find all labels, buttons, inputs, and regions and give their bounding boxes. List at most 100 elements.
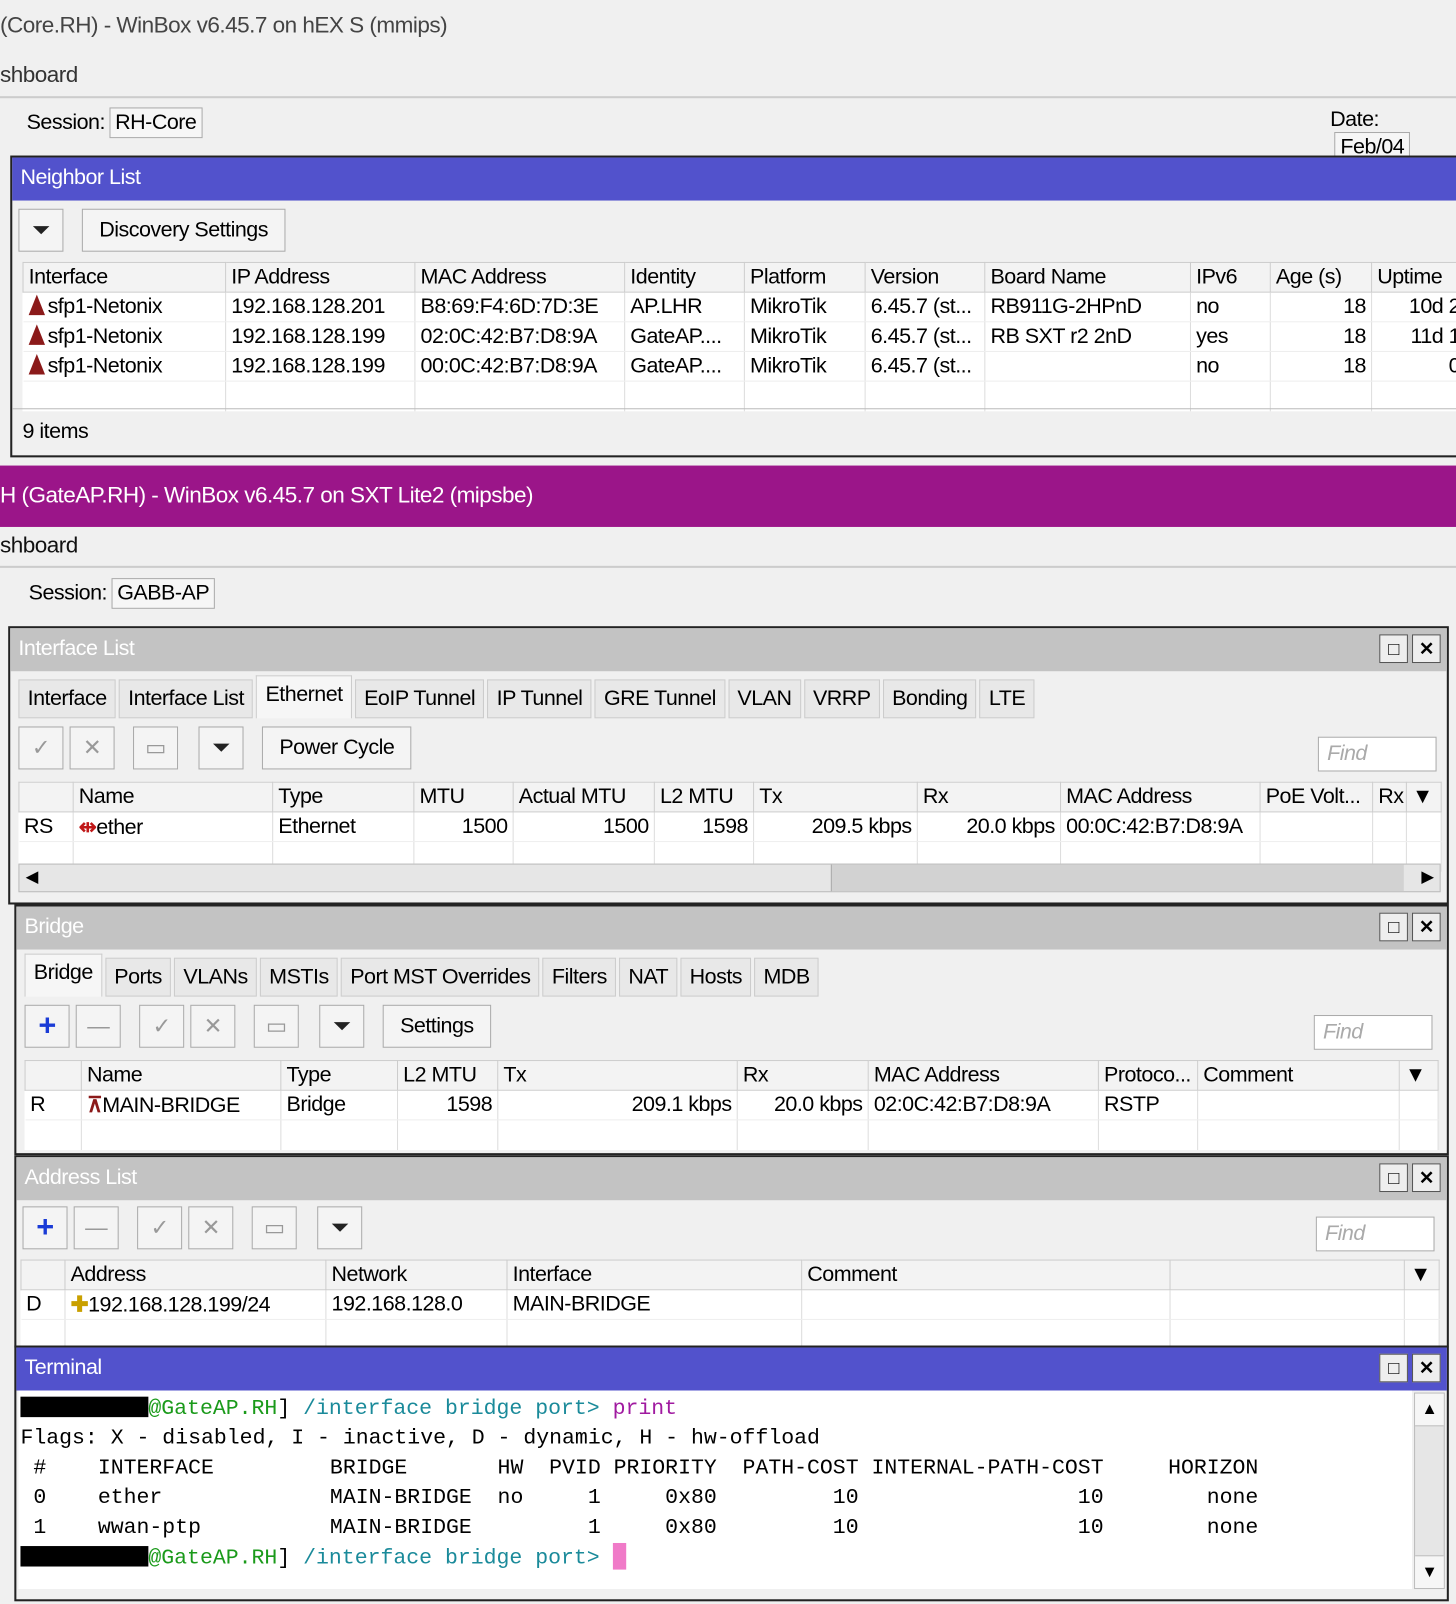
column-header[interactable]: ▼ (1398, 1060, 1439, 1091)
close-button[interactable]: ✕ (1412, 634, 1441, 664)
vertical-scrollbar[interactable]: ▲ ▼ (1414, 1392, 1445, 1590)
column-header[interactable] (1169, 1259, 1405, 1291)
remove-button[interactable]: — (75, 1004, 121, 1048)
window2-title-bar[interactable]: H (GateAP.RH) - WinBox v6.45.7 on SXT Li… (0, 465, 1456, 527)
comment-button[interactable]: ▭ (251, 1206, 297, 1250)
scroll-down-icon[interactable]: ▼ (1415, 1555, 1444, 1589)
tab-bridge[interactable]: Bridge (24, 953, 103, 997)
column-header[interactable] (20, 1259, 66, 1291)
menu-dashboard[interactable]: shboard (0, 532, 78, 559)
tab-eoip-tunnel[interactable]: EoIP Tunnel (354, 679, 485, 719)
add-button[interactable]: + (22, 1206, 68, 1250)
table-row[interactable]: sfp1-Netonix 192.168.128.201 B8:69:F4:6D:7… (23, 292, 1456, 323)
column-header[interactable]: Name (72, 781, 274, 813)
power-cycle-button[interactable]: Power Cycle (261, 726, 412, 770)
column-header[interactable]: MTU (413, 781, 514, 813)
close-button[interactable]: ✕ (1412, 1353, 1441, 1383)
terminal-output[interactable]: @GateAP.RH] /interface bridge port> prin… (18, 1390, 1413, 1590)
column-header[interactable]: ▼ (1403, 1259, 1440, 1291)
column-header[interactable]: PoE Volt... (1259, 781, 1374, 813)
horizontal-scrollbar[interactable]: ◀ ▶ (18, 863, 1441, 893)
filter-button[interactable]: ⏷ (198, 726, 244, 770)
column-header[interactable]: Version (864, 261, 986, 293)
filter-button[interactable]: ⏷ (18, 208, 64, 252)
table-row[interactable]: sfp1-Netonix 192.168.128.199 02:0C:42:B7:D… (23, 321, 1456, 352)
column-header[interactable]: Identity (624, 261, 745, 293)
close-button[interactable]: ✕ (1412, 912, 1441, 942)
tab-vrrp[interactable]: VRRP (803, 679, 880, 719)
column-header[interactable]: Type (272, 781, 415, 813)
interface-list-title-bar[interactable]: Interface List □ ✕ (10, 628, 1447, 672)
column-header[interactable]: L2 MTU (653, 781, 755, 813)
tab-vlan[interactable]: VLAN (728, 679, 801, 719)
table-row[interactable]: sfp1-Netonix 192.168.128.199 00:0C:42:B7:D… (23, 351, 1456, 382)
scroll-thumb[interactable] (830, 864, 1404, 892)
column-header[interactable] (24, 1060, 82, 1091)
tab-mstis[interactable]: MSTIs (259, 957, 338, 997)
tab-lte[interactable]: LTE (979, 679, 1035, 719)
remove-button[interactable]: — (73, 1206, 119, 1250)
column-header[interactable]: Tx (497, 1060, 738, 1091)
add-button[interactable]: + (24, 1004, 70, 1048)
column-header[interactable]: Rx (736, 1060, 869, 1091)
column-header[interactable]: ▼ (1405, 781, 1442, 813)
neighbor-title-bar[interactable]: Neighbor List (12, 157, 1456, 201)
enable-button[interactable]: ✓ (137, 1206, 183, 1250)
column-header[interactable]: Platform (743, 261, 866, 293)
column-header[interactable]: Comment (801, 1259, 1171, 1291)
column-header[interactable]: Type (280, 1060, 399, 1091)
tab-gre-tunnel[interactable]: GRE Tunnel (594, 679, 726, 719)
scroll-up-icon[interactable]: ▲ (1415, 1393, 1444, 1427)
column-header[interactable]: L2 MTU (397, 1060, 499, 1091)
column-header[interactable]: Age (s) (1269, 261, 1373, 293)
column-header[interactable]: Interface (506, 1259, 803, 1291)
column-header[interactable]: Address (64, 1259, 327, 1291)
tab-vlans[interactable]: VLANs (174, 957, 257, 997)
close-button[interactable]: ✕ (1412, 1163, 1441, 1193)
enable-button[interactable]: ✓ (18, 726, 64, 770)
scroll-left-icon[interactable]: ◀ (26, 867, 39, 887)
tab-interface[interactable]: Interface (18, 679, 116, 719)
settings-button[interactable]: Settings (382, 1004, 492, 1048)
disable-button[interactable]: ✕ (69, 726, 115, 770)
tab-hosts[interactable]: Hosts (680, 957, 752, 997)
tab-ethernet[interactable]: Ethernet (256, 675, 352, 719)
column-header[interactable]: IP Address (225, 261, 416, 293)
maximize-button[interactable]: □ (1379, 1353, 1408, 1383)
tab-interface-list[interactable]: Interface List (118, 679, 254, 719)
table-row[interactable]: D ✚192.168.128.199/24 192.168.128.0 MAIN-BR… (20, 1289, 1440, 1320)
comment-button[interactable]: ▭ (133, 726, 179, 770)
address-list-title-bar[interactable]: Address List □ ✕ (16, 1157, 1447, 1201)
scroll-right-icon[interactable]: ▶ (1421, 867, 1434, 887)
column-header[interactable]: Tx (753, 781, 918, 813)
column-header[interactable]: Protoco... (1097, 1060, 1199, 1091)
bridge-title-bar[interactable]: Bridge □ ✕ (16, 906, 1447, 950)
terminal-title-bar[interactable]: Terminal □ ✕ (16, 1347, 1447, 1391)
tab-bonding[interactable]: Bonding (882, 679, 977, 719)
filter-button[interactable]: ⏷ (319, 1004, 365, 1048)
tab-filters[interactable]: Filters (542, 957, 617, 997)
tab-mdb[interactable]: MDB (754, 957, 819, 997)
tab-ports[interactable]: Ports (105, 957, 172, 997)
maximize-button[interactable]: □ (1379, 1163, 1408, 1193)
column-header[interactable]: IPv6 (1189, 261, 1271, 293)
column-header[interactable]: Name (80, 1060, 282, 1091)
enable-button[interactable]: ✓ (139, 1004, 185, 1048)
column-header[interactable] (18, 781, 74, 813)
table-row[interactable]: RS ⇹ether Ethernet 1500 1500 1598 209.5 kbps 20… (18, 811, 1442, 843)
find-input[interactable]: Find (1317, 736, 1437, 772)
find-input[interactable]: Find (1315, 1216, 1435, 1252)
column-header[interactable]: Board Name (984, 261, 1192, 293)
discovery-settings-button[interactable]: Discovery Settings (81, 208, 286, 252)
tab-port-mst-overrides[interactable]: Port MST Overrides (340, 957, 540, 997)
maximize-button[interactable]: □ (1379, 912, 1408, 942)
column-header[interactable]: Comment (1197, 1060, 1400, 1091)
column-header[interactable]: Rx (1372, 781, 1407, 813)
maximize-button[interactable]: □ (1379, 634, 1408, 664)
tab-ip-tunnel[interactable]: IP Tunnel (487, 679, 592, 719)
column-header[interactable]: MAC Address (414, 261, 626, 293)
find-input[interactable]: Find (1313, 1015, 1433, 1050)
column-header[interactable]: Rx (916, 781, 1062, 813)
tab-nat[interactable]: NAT (619, 957, 678, 997)
comment-button[interactable]: ▭ (253, 1004, 299, 1048)
